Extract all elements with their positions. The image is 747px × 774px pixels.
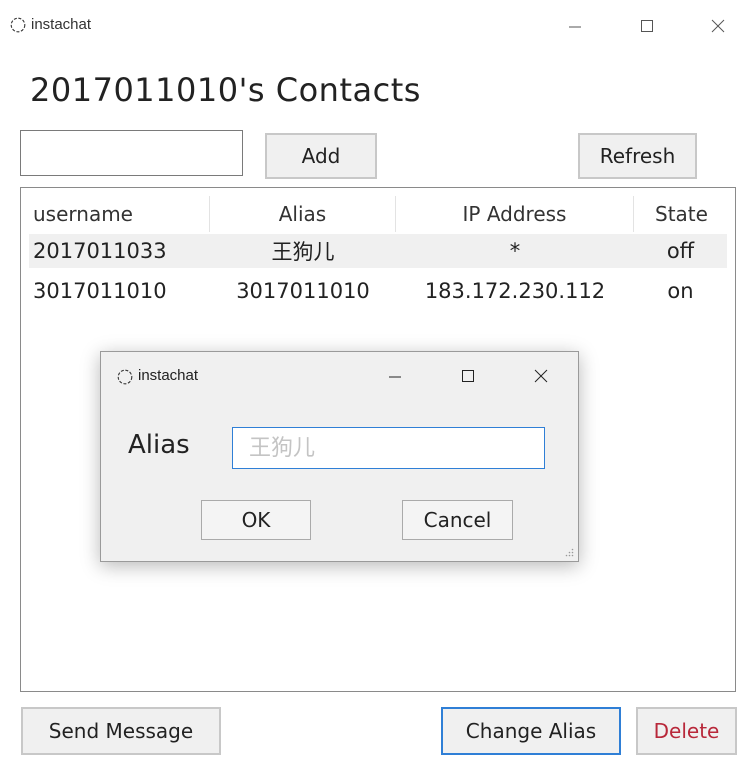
add-button[interactable]: Add [265, 133, 377, 179]
dialog-maximize-button[interactable] [453, 362, 483, 390]
cell-alias: 3017011010 [236, 279, 370, 303]
chat-bubble-icon [117, 369, 133, 385]
alias-label: Alias [128, 430, 190, 460]
resize-grip-icon[interactable] [564, 547, 574, 557]
delete-button[interactable]: Delete [636, 707, 737, 755]
column-header-alias[interactable]: Alias [210, 196, 396, 232]
alias-input[interactable] [232, 427, 545, 469]
column-header-ip[interactable]: IP Address [396, 196, 634, 232]
refresh-button[interactable]: Refresh [578, 133, 697, 179]
column-header-username[interactable]: username [21, 196, 210, 232]
cell-username: 2017011033 [33, 239, 167, 263]
app-title: instachat [31, 16, 92, 33]
cancel-button[interactable]: Cancel [402, 500, 513, 540]
column-header-state[interactable]: State [634, 196, 729, 232]
maximize-icon [641, 20, 653, 32]
close-button[interactable] [703, 12, 733, 40]
dialog-title: instachat [138, 367, 199, 384]
minimize-icon [389, 376, 401, 378]
table-row[interactable]: 3017011010 3017011010 183.172.230.112 on [29, 274, 727, 308]
username-input[interactable] [20, 130, 243, 176]
change-alias-button[interactable]: Change Alias [441, 707, 621, 755]
minimize-button[interactable] [560, 12, 590, 40]
maximize-button[interactable] [632, 12, 662, 40]
chat-bubble-icon [10, 17, 26, 33]
close-icon [711, 19, 725, 33]
maximize-icon [462, 370, 474, 382]
send-message-button[interactable]: Send Message [21, 707, 221, 755]
minimize-icon [569, 26, 581, 28]
close-icon [534, 369, 548, 383]
page-title: 2017011010's Contacts [30, 71, 421, 109]
cell-username: 3017011010 [33, 279, 167, 303]
table-row[interactable]: 2017011033 王狗儿 * off [29, 234, 727, 268]
change-alias-dialog[interactable]: instachat Alias OK Cancel [100, 351, 579, 562]
cell-state: on [667, 279, 694, 303]
cell-ip: 183.172.230.112 [424, 279, 606, 303]
table-header: username Alias IP Address State [21, 196, 735, 232]
cell-alias: 王狗儿 [271, 240, 335, 264]
dialog-minimize-button[interactable] [380, 362, 410, 390]
dialog-close-button[interactable] [526, 362, 556, 390]
title-bar: instachat [0, 0, 747, 54]
ok-button[interactable]: OK [201, 500, 311, 540]
cell-ip: * [509, 239, 521, 263]
cell-state: off [666, 239, 695, 263]
